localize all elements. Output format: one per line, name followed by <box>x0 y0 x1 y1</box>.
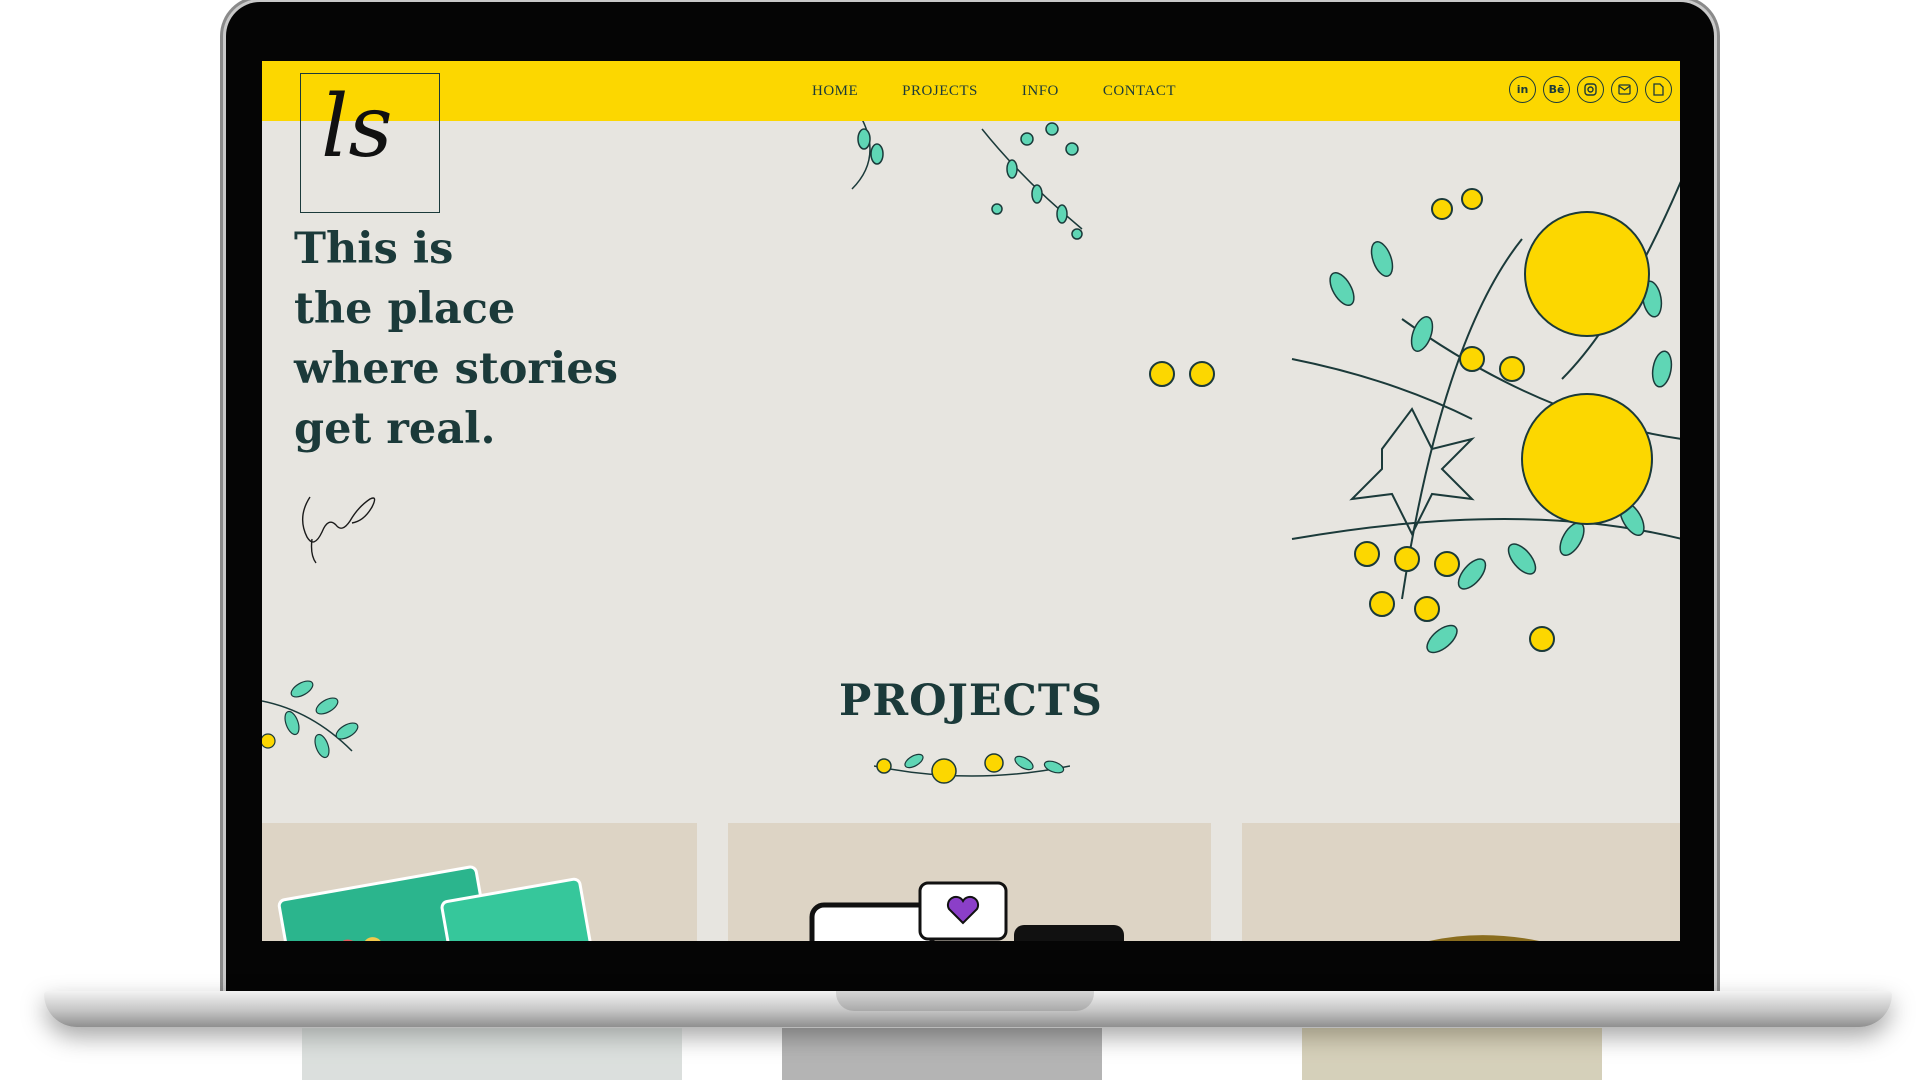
project-card[interactable] <box>1242 823 1680 941</box>
social-links: in Bē <box>1509 76 1672 103</box>
projects-heading: PROJECTS <box>839 676 1103 726</box>
top-navbar: HOME PROJECTS INFO CONTACT in Bē <box>262 61 1680 121</box>
floral-decoration-right <box>1149 181 1680 654</box>
project-thumbnail <box>1429 935 1540 941</box>
website-screen: HOME PROJECTS INFO CONTACT in Bē ls This… <box>262 61 1680 941</box>
laptop-mockup: HOME PROJECTS INFO CONTACT in Bē ls This… <box>0 0 1920 1080</box>
laptop-notch <box>836 991 1094 1011</box>
behance-icon[interactable]: Bē <box>1543 76 1570 103</box>
nav-home[interactable]: HOME <box>812 83 858 100</box>
instagram-icon[interactable] <box>1577 76 1604 103</box>
nav-info[interactable]: INFO <box>1022 83 1059 100</box>
project-thumbnail <box>277 865 592 941</box>
hero-heading: This is the place where stories get real… <box>294 219 618 459</box>
nav-links: HOME PROJECTS INFO CONTACT <box>812 61 1176 121</box>
nav-contact[interactable]: CONTACT <box>1103 83 1176 100</box>
logo-monogram: ls <box>321 77 393 177</box>
hero-line: the place <box>294 284 516 334</box>
site-logo[interactable]: ls <box>300 73 440 213</box>
hero-line: This is <box>294 224 454 274</box>
hero-line: get real. <box>294 404 496 454</box>
mail-icon[interactable] <box>1611 76 1638 103</box>
hero-line: where stories <box>294 344 618 394</box>
nav-projects[interactable]: PROJECTS <box>902 83 978 100</box>
signature-image <box>302 496 376 564</box>
project-thumbnail <box>809 881 1124 941</box>
project-card[interactable] <box>728 823 1211 941</box>
project-card[interactable] <box>262 823 697 941</box>
screen-reflection <box>262 1028 1680 1080</box>
floral-decoration-top <box>851 119 1083 240</box>
floral-divider <box>874 753 1070 784</box>
linkedin-icon[interactable]: in <box>1509 76 1536 103</box>
document-icon[interactable] <box>1645 76 1672 103</box>
